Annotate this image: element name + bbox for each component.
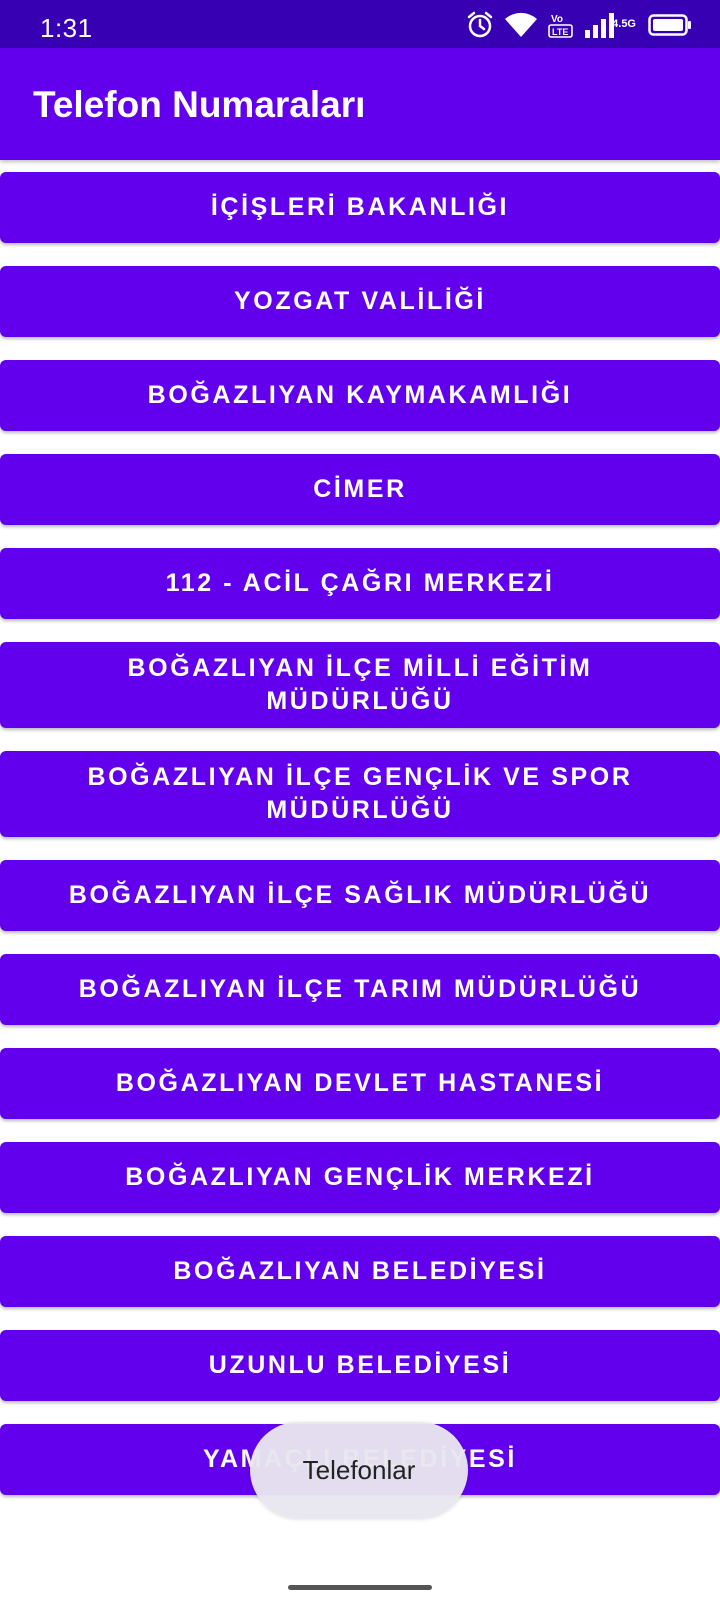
toast-message: Telefonlar: [250, 1422, 468, 1518]
page-title: Telefon Numaraları: [33, 84, 366, 125]
button-uzunlu-belediyesi[interactable]: UZUNLU BELEDİYESİ: [0, 1330, 720, 1401]
button-yozgat-valiligi[interactable]: YOZGAT VALİLİĞİ: [0, 266, 720, 337]
alarm-icon: [466, 11, 494, 39]
signal-icon: 4.5G: [584, 12, 638, 38]
button-acil-cagri-merkezi[interactable]: 112 - ACİL ÇAĞRI MERKEZİ: [0, 548, 720, 619]
volte-icon: Vo LTE: [548, 11, 574, 39]
button-cimer[interactable]: CİMER: [0, 454, 720, 525]
button-genclik-ve-spor-mudurlugu[interactable]: BOĞAZLIYAN İLÇE GENÇLİK VE SPOR MÜDÜRLÜĞ…: [0, 751, 720, 837]
navigation-handle[interactable]: [288, 1585, 432, 1590]
wifi-icon: [504, 11, 538, 39]
button-genclik-merkezi[interactable]: BOĞAZLIYAN GENÇLİK MERKEZİ: [0, 1142, 720, 1213]
app-bar: Telefon Numaraları: [0, 48, 720, 160]
svg-text:Vo: Vo: [551, 14, 563, 25]
button-bogazliyan-belediyesi[interactable]: BOĞAZLIYAN BELEDİYESİ: [0, 1236, 720, 1307]
button-devlet-hastanesi[interactable]: BOĞAZLIYAN DEVLET HASTANESİ: [0, 1048, 720, 1119]
network-type-label: 4.5G: [612, 18, 636, 30]
status-bar: 1:31 Vo LTE 4.5G: [0, 0, 720, 48]
button-milli-egitim-mudurlugu[interactable]: BOĞAZLIYAN İLÇE MİLLİ EĞİTİM MÜDÜRLÜĞÜ: [0, 642, 720, 728]
button-saglik-mudurlugu[interactable]: BOĞAZLIYAN İLÇE SAĞLIK MÜDÜRLÜĞÜ: [0, 860, 720, 931]
svg-text:LTE: LTE: [552, 27, 568, 37]
button-tarim-mudurlugu[interactable]: BOĞAZLIYAN İLÇE TARIM MÜDÜRLÜĞÜ: [0, 954, 720, 1025]
button-icisleri-bakanligi[interactable]: İÇİŞLERİ BAKANLIĞI: [0, 172, 720, 243]
battery-icon: [648, 13, 692, 37]
status-time: 1:31: [40, 13, 93, 43]
button-bogazliyan-kaymakamligi[interactable]: BOĞAZLIYAN KAYMAKAMLIĞI: [0, 360, 720, 431]
status-icons: Vo LTE 4.5G: [466, 10, 692, 40]
